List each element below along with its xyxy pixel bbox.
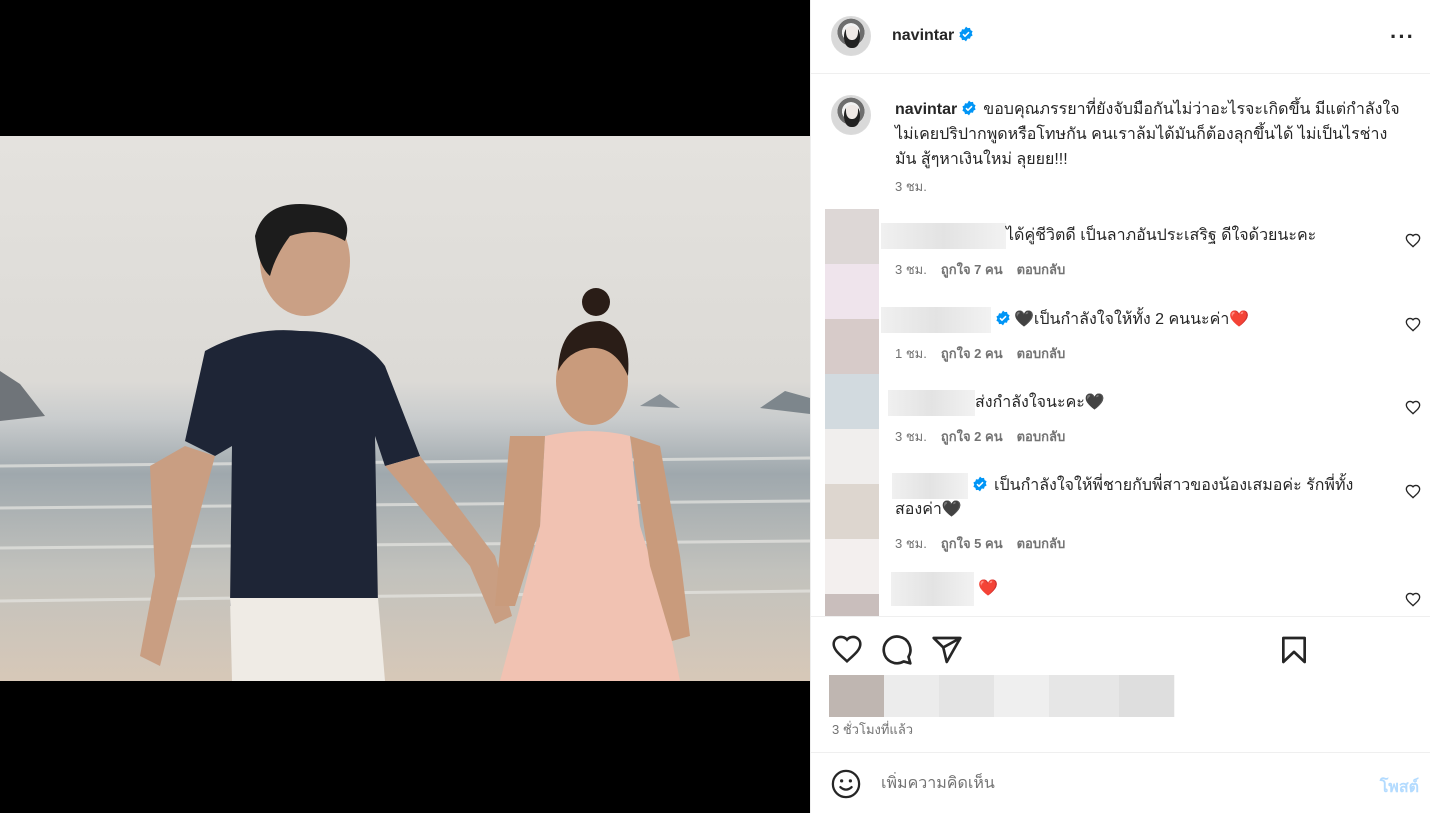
blurred-avatar: [825, 484, 879, 539]
comment-item: เป็นกำลังใจให้พี่ชายกับพี่สาวของน้องเสมอ…: [892, 473, 1372, 499]
emoji-icon[interactable]: [831, 769, 861, 799]
like-comment-heart-icon[interactable]: [1405, 400, 1421, 416]
comment-likes[interactable]: ถูกใจ 2 คน: [941, 346, 1003, 361]
action-bar: 3 ชั่วโมงที่แล้ว: [811, 616, 1430, 752]
author-avatar[interactable]: [831, 16, 871, 56]
blurred-avatar: [825, 429, 879, 484]
blurred-avatar: [825, 319, 879, 374]
caption: navintar ขอบคุณภรรยาที่ยังจับมือกันไม่ว่า…: [895, 97, 1405, 172]
comments-list[interactable]: navintar ขอบคุณภรรยาที่ยังจับมือกันไม่ว่า…: [811, 75, 1430, 616]
instagram-post-modal: navintar ··· navintar ขอบคุณภรรยาที่ยังจั…: [0, 0, 1430, 813]
blurred-avatar: [825, 374, 879, 429]
add-comment-input[interactable]: [881, 772, 1341, 796]
blurred-username: [888, 390, 975, 416]
post-side-panel: navintar ··· navintar ขอบคุณภรรยาที่ยังจั…: [810, 0, 1430, 813]
post-time-ago: 3 ชั่วโมงที่แล้ว: [832, 722, 914, 737]
comment-icon[interactable]: [881, 634, 913, 666]
comment-item: ได้คู่ชีวิตดี เป็นลาภอันประเสริฐ ดีใจด้ว…: [881, 223, 1401, 249]
comment-time: 3 ชม.: [895, 536, 927, 551]
caption-time: 3 ชม.: [895, 179, 927, 194]
blurred-username: [892, 473, 968, 499]
comment-meta: 1 ชม. ถูกใจ 2 คน ตอบกลับ: [895, 343, 1079, 364]
bookmark-icon[interactable]: [1278, 634, 1310, 666]
add-comment-bar: โพสต์: [811, 752, 1430, 813]
more-icon[interactable]: ···: [1390, 24, 1415, 50]
like-comment-heart-icon[interactable]: [1405, 317, 1421, 333]
comment-time: 3 ชม.: [895, 262, 927, 277]
comment-time: 1 ชม.: [895, 346, 927, 361]
comment-meta: 3 ชม. ถูกใจ 2 คน ตอบกลับ: [895, 426, 1079, 447]
verified-badge-icon: [962, 100, 976, 116]
comment-text: ได้คู่ชีวิตดี เป็นลาภอันประเสริฐ ดีใจด้ว…: [1006, 227, 1317, 245]
reply-button[interactable]: ตอบกลับ: [1017, 536, 1066, 551]
reply-button[interactable]: ตอบกลับ: [1017, 429, 1066, 444]
comment-likes[interactable]: ถูกใจ 7 คน: [941, 262, 1003, 277]
comment-time: 3 ชม.: [895, 429, 927, 444]
blurred-avatar: [825, 594, 879, 616]
comment-text: ส่งกำลังใจนะคะ🖤: [975, 394, 1105, 412]
comment-item: 🖤เป็นกำลังใจให้ทั้ง 2 คนนะค่า❤️: [881, 307, 1401, 333]
blurred-avatar: [825, 264, 879, 319]
comment-text-line2: สองค่า🖤: [895, 501, 962, 518]
comment-item: ❤️: [891, 572, 1411, 606]
blurred-username: [881, 223, 1006, 249]
caption-username[interactable]: navintar: [895, 101, 957, 118]
post-header: navintar ···: [811, 0, 1430, 74]
blurred-avatar: [825, 539, 879, 594]
verified-badge-icon: [959, 26, 973, 42]
caption-avatar[interactable]: [831, 95, 871, 135]
post-photo[interactable]: [0, 136, 810, 681]
like-comment-heart-icon[interactable]: [1405, 484, 1421, 500]
comment-likes[interactable]: ถูกใจ 5 คน: [941, 536, 1003, 551]
author-line: navintar: [892, 26, 974, 45]
comment-meta: 3 ชม. ถูกใจ 7 คน ตอบกลับ: [895, 259, 1079, 280]
like-comment-heart-icon[interactable]: [1405, 592, 1421, 608]
blurred-likes: [829, 675, 1175, 717]
verified-badge-icon: [973, 476, 987, 492]
blurred-username: [891, 572, 974, 606]
heart-icon[interactable]: [831, 634, 863, 666]
comment-text: 🖤เป็นกำลังใจให้ทั้ง 2 คนนะค่า❤️: [1014, 311, 1250, 329]
blurred-username: [881, 307, 991, 333]
reply-button[interactable]: ตอบกลับ: [1017, 346, 1066, 361]
comment-meta: 3 ชม. ถูกใจ 5 คน ตอบกลับ: [895, 533, 1079, 554]
like-comment-heart-icon[interactable]: [1405, 233, 1421, 249]
comment-item: ส่งกำลังใจนะคะ🖤: [888, 390, 1408, 416]
post-media: [0, 0, 810, 813]
comment-text: ❤️: [978, 580, 998, 598]
verified-badge-icon: [996, 310, 1010, 326]
reply-button[interactable]: ตอบกลับ: [1017, 262, 1066, 277]
blurred-avatar: [825, 209, 879, 264]
share-icon[interactable]: [931, 634, 963, 666]
comment-likes[interactable]: ถูกใจ 2 คน: [941, 429, 1003, 444]
post-comment-button[interactable]: โพสต์: [1380, 775, 1419, 800]
author-username[interactable]: navintar: [892, 27, 954, 44]
comment-text: เป็นกำลังใจให้พี่ชายกับพี่สาวของน้องเสมอ…: [994, 477, 1354, 495]
